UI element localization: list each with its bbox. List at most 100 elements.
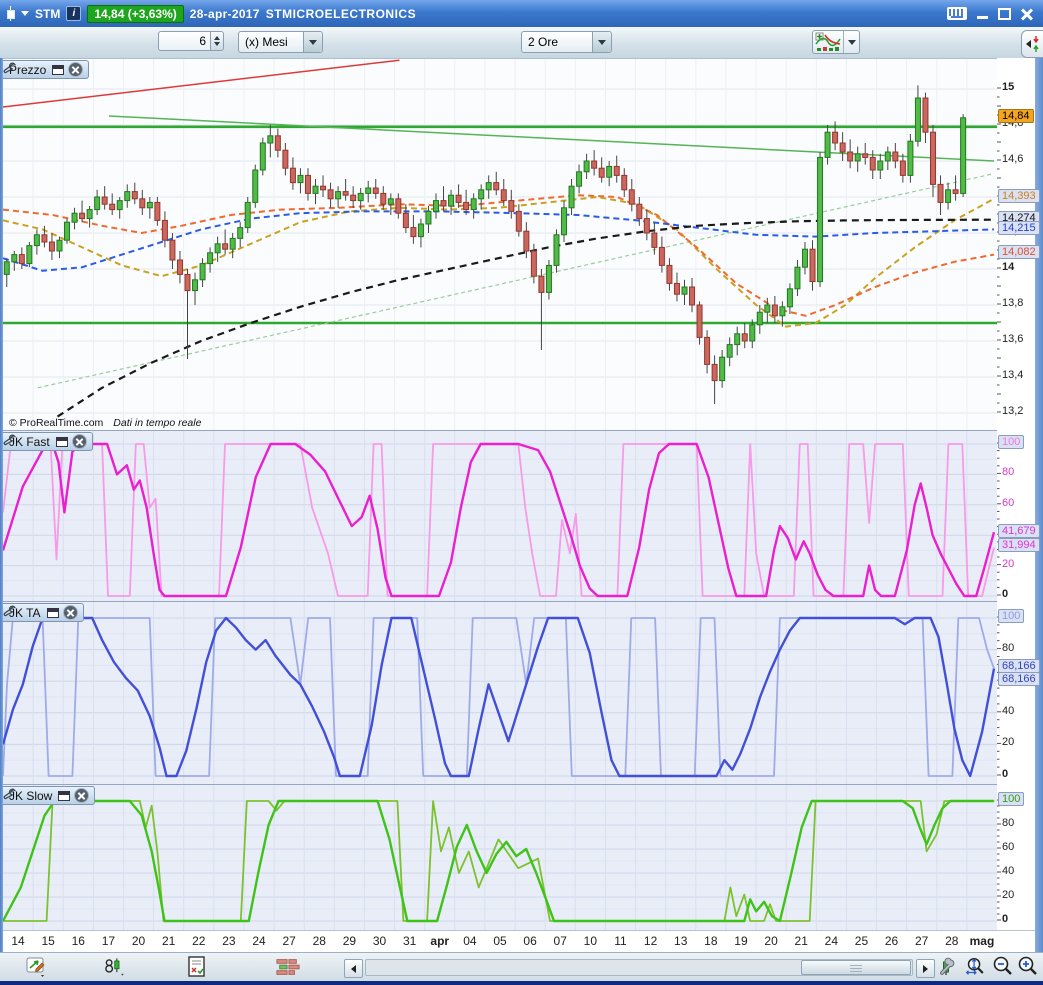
- axis-value-badge: 14,082: [998, 245, 1040, 260]
- chart-settings-button[interactable]: [933, 956, 957, 978]
- drawing-tools-button[interactable]: [26, 956, 50, 978]
- time-axis-label: 18: [704, 934, 718, 948]
- indicator-chart-button[interactable]: [812, 30, 860, 54]
- time-axis-label: 21: [161, 934, 176, 948]
- jkslow-axis[interactable]: 80 60 40 20 0 100: [997, 784, 1035, 930]
- timeframe-value: 2 Ore: [528, 35, 559, 49]
- period-count-stepper[interactable]: [210, 31, 224, 51]
- scrollbar-thumb[interactable]: [801, 960, 911, 975]
- wrench-icon[interactable]: [3, 604, 16, 617]
- period-unit-value: (x) Mesi: [245, 35, 288, 49]
- axis-tick-label: 13,6: [1002, 333, 1024, 345]
- period-unit-select[interactable]: (x) Mesi: [238, 31, 323, 53]
- price-chart-panel[interactable]: Prezzo © ProRealTime.com Dati in tempo re…: [3, 58, 997, 431]
- minimize-icon[interactable]: [977, 16, 988, 19]
- time-axis-label: 21: [794, 934, 808, 948]
- title-bar[interactable]: STM i 14,84 (+3,63%) 28-apr-2017 STMICRO…: [0, 0, 1043, 27]
- caret-down-icon[interactable]: [592, 32, 611, 52]
- updown-arrows-icon: [1032, 36, 1039, 52]
- wrench-icon[interactable]: [3, 61, 16, 74]
- axis-tick-label: 0: [1002, 913, 1009, 925]
- detach-window-icon[interactable]: [52, 64, 65, 75]
- collapse-panel-button[interactable]: [1021, 30, 1043, 58]
- jkslow-panel-header[interactable]: JK Slow: [3, 786, 96, 805]
- jkta-axis[interactable]: 80604020010068,16668,166: [997, 601, 1040, 784]
- close-panel-icon[interactable]: [68, 62, 84, 77]
- axis-tick-label: 13,4: [1002, 369, 1024, 381]
- price-change-badge: 14,84 (+3,63%): [87, 4, 184, 23]
- close-panel-icon[interactable]: [74, 788, 90, 803]
- axis-tick-label: 14: [1002, 261, 1015, 273]
- time-axis-label: 30: [372, 934, 387, 948]
- candlestick-icon: [6, 6, 15, 21]
- chart-settings-icon: [940, 957, 955, 975]
- time-axis-label: 23: [222, 934, 236, 948]
- axis-tick-label: 60: [1002, 841, 1015, 853]
- axis-value-badge: 100: [998, 609, 1025, 623]
- timeframe-select[interactable]: 2 Ore: [521, 31, 612, 53]
- zoom-in-button[interactable]: [1016, 956, 1040, 978]
- detach-window-icon[interactable]: [58, 790, 71, 801]
- time-axis-label: 04: [463, 934, 477, 948]
- jkfast-panel-header[interactable]: JK Fast: [3, 432, 93, 451]
- time-axis-label: 24: [824, 934, 839, 948]
- axis-tick-label: 80: [1002, 641, 1015, 654]
- axis-tick-label: 15: [1002, 81, 1015, 93]
- info-icon[interactable]: i: [66, 6, 82, 21]
- time-axis-label: 12: [643, 934, 658, 948]
- drawing-tools-icon: [26, 957, 45, 977]
- detach-window-icon[interactable]: [46, 607, 59, 618]
- jkta-panel-header[interactable]: JK TA: [3, 603, 84, 622]
- scroll-left-button[interactable]: [344, 959, 363, 978]
- close-icon[interactable]: [1021, 8, 1033, 20]
- indicator-chart-icon: [815, 32, 841, 51]
- axis-value-badge: 14,84: [998, 108, 1034, 123]
- time-axis[interactable]: 14 15 16 17 20 21 22 23 24 27 28 29 30 31 apr 04 05 06 07 1…: [3, 930, 1035, 953]
- price-panel-header[interactable]: Prezzo: [3, 60, 90, 79]
- axis-tick-label: 40: [1002, 865, 1015, 877]
- zoom-fit-button[interactable]: [963, 956, 987, 978]
- chart-scrollbar[interactable]: [365, 959, 913, 976]
- axis-tick-label: 0: [1002, 768, 1009, 780]
- period-count-input[interactable]: [158, 31, 210, 51]
- jkfast-axis[interactable]: 80604020010041,67931,994: [997, 430, 1040, 601]
- time-axis-label: 31: [402, 934, 417, 948]
- caret-down-icon[interactable]: [303, 32, 322, 52]
- jkfast-panel[interactable]: JK Fast: [3, 430, 997, 602]
- caret-down-icon[interactable]: [843, 31, 859, 53]
- orderbook-button[interactable]: [276, 956, 300, 978]
- copyright-text: © ProRealTime.com: [9, 417, 104, 429]
- wrench-icon[interactable]: [3, 787, 16, 800]
- window-left-border: [0, 58, 3, 952]
- time-axis-label: 22: [192, 934, 206, 948]
- symbol-label: STM: [35, 6, 61, 21]
- axis-value-badge: 68,166: [998, 672, 1040, 687]
- jkslow-panel[interactable]: JK Slow: [3, 784, 997, 931]
- close-panel-icon[interactable]: [62, 605, 78, 620]
- axis-tick-label: 13,8: [1002, 297, 1024, 309]
- caret-down-icon[interactable]: [21, 11, 29, 16]
- candle-tools-button[interactable]: [104, 956, 128, 978]
- keyboard-icon[interactable]: [947, 7, 967, 20]
- price-axis[interactable]: 1514,814,614,414,21413,813,613,413,214,8…: [997, 58, 1040, 430]
- prorealtime-window: STM i 14,84 (+3,63%) 28-apr-2017 STMICRO…: [0, 0, 1043, 985]
- time-axis-label: 26: [884, 934, 899, 948]
- axis-value-badge: 68,166: [998, 659, 1040, 674]
- time-axis-label: 27: [282, 934, 296, 948]
- zoom-out-button[interactable]: [991, 956, 1015, 978]
- axis-tick-label: 80: [1002, 466, 1015, 479]
- wrench-icon[interactable]: [3, 433, 16, 446]
- axis-tick-label: 20: [1002, 557, 1015, 570]
- collapse-panel-icon: [1025, 40, 1031, 48]
- time-axis-label: 29: [342, 934, 357, 948]
- maximize-icon[interactable]: [998, 7, 1011, 20]
- time-axis-label: 06: [523, 934, 537, 948]
- axis-value-badge: 14,215: [998, 221, 1040, 236]
- close-panel-icon[interactable]: [71, 434, 87, 449]
- news-button[interactable]: [185, 956, 209, 978]
- window-bottom-border: [0, 981, 1043, 985]
- axis-value-badge: 14,393: [998, 189, 1040, 204]
- jkta-panel[interactable]: JK TA: [3, 601, 997, 785]
- detach-window-icon[interactable]: [55, 436, 68, 447]
- time-axis-label: 20: [131, 934, 146, 948]
